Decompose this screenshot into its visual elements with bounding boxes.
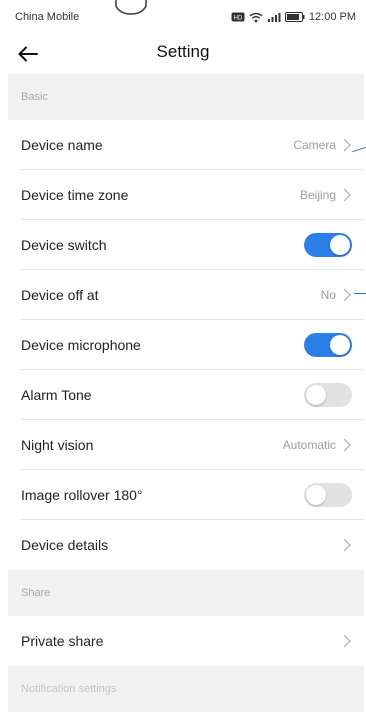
battery-icon: [284, 12, 305, 22]
row-label: Device details: [21, 537, 109, 553]
row-device-microphone: Device microphone: [8, 320, 364, 370]
row-label: Image rollover 180°: [21, 487, 143, 503]
app-header: Setting: [0, 34, 366, 74]
row-device-off-at[interactable]: Device off at No: [8, 270, 364, 320]
row-private-share[interactable]: Private share: [8, 616, 364, 666]
toggle-knob: [330, 335, 350, 355]
chevron-right-icon: [343, 188, 351, 202]
row-label: Device off at: [21, 287, 99, 303]
clock: 12:00 PM: [308, 11, 356, 23]
microphone-toggle[interactable]: [304, 333, 352, 357]
annotation-line: [354, 293, 366, 294]
chevron-right-icon: [343, 438, 351, 452]
device-switch-toggle[interactable]: [304, 233, 352, 257]
carrier-label: China Mobile: [15, 11, 80, 23]
signal-icon: [267, 12, 281, 23]
gear-decoration-icon: [115, 0, 147, 15]
row-value: No: [320, 288, 336, 302]
chevron-right-icon: [343, 538, 351, 552]
section-header-basic: Basic: [8, 74, 364, 120]
row-label: Device microphone: [21, 337, 141, 353]
toggle-knob: [306, 385, 326, 405]
chevron-right-icon: [343, 288, 351, 302]
row-label: Device time zone: [21, 187, 129, 203]
row-device-name[interactable]: Device name Camera: [8, 120, 364, 170]
row-value: Beijing: [299, 188, 336, 202]
status-icons: HD 12:00 PM: [231, 11, 356, 23]
toggle-knob: [330, 235, 350, 255]
alarm-tone-toggle[interactable]: [304, 383, 352, 407]
row-label: Device switch: [21, 237, 107, 253]
row-label: Device name: [21, 137, 103, 153]
chevron-right-icon: [343, 634, 351, 648]
status-bar: China Mobile HD 12:00 PM: [0, 0, 366, 34]
page-title: Setting: [156, 42, 210, 61]
settings-list: Basic Device name Camera Device time zon…: [8, 74, 364, 712]
row-device-switch: Device switch: [8, 220, 364, 270]
image-rollover-toggle[interactable]: [304, 483, 352, 507]
section-header-share: Share: [8, 570, 364, 616]
row-value: Automatic: [282, 438, 336, 452]
row-image-rollover: Image rollover 180°: [8, 470, 364, 520]
row-alarm-tone: Alarm Tone: [8, 370, 364, 420]
hd-icon: HD: [231, 12, 245, 22]
chevron-right-icon: [343, 138, 351, 152]
row-label: Alarm Tone: [21, 387, 92, 403]
row-device-time-zone[interactable]: Device time zone Beijing: [8, 170, 364, 220]
section-header-notification: Notification settings: [8, 666, 364, 712]
row-device-details[interactable]: Device details: [8, 520, 364, 570]
toggle-knob: [306, 485, 326, 505]
row-label: Private share: [21, 633, 104, 649]
row-label: Night vision: [21, 437, 94, 453]
svg-text:HD: HD: [234, 16, 243, 22]
wifi-icon: [249, 12, 263, 23]
row-value: Camera: [293, 138, 336, 152]
row-night-vision[interactable]: Night vision Automatic: [8, 420, 364, 470]
